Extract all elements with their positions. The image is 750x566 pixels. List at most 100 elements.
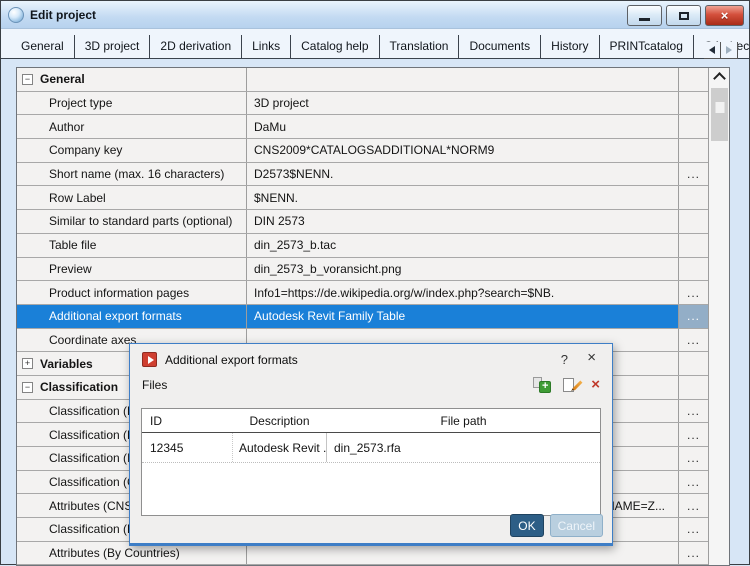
group-row[interactable]: −General [17,68,708,92]
add-file-button[interactable]: + [533,377,551,393]
export-icon [142,352,157,367]
property-row[interactable]: Author DaMu [17,115,708,139]
caption-buttons: × [627,5,744,26]
property-value [247,68,679,91]
property-label-cell: Project type [17,92,247,115]
tab-scroll-right-button[interactable] [721,42,738,59]
property-row[interactable]: Row Label$NENN. [17,186,708,210]
row-more-cell [679,68,708,91]
help-button[interactable]: ? [561,352,568,367]
property-value: Autodesk Revit Family Table [247,305,679,328]
expand-toggle-icon[interactable]: + [22,358,33,369]
row-more-cell: ... [679,494,708,517]
tab-scroll-left-button[interactable] [704,42,721,59]
row-more-cell: ... [679,518,708,541]
property-row[interactable]: Table filedin_2573_b.tac [17,234,708,258]
dialog-close-button[interactable]: × [587,350,596,365]
scrollbar-up-button[interactable] [709,68,729,86]
collapse-toggle-icon[interactable]: − [22,74,33,85]
row-more-cell: ... [679,305,708,328]
ellipsis-button[interactable]: ... [687,524,700,534]
edit-project-window: Edit project × General3D project2D deriv… [0,0,750,565]
property-label-cell: Similar to standard parts (optional) [17,210,247,233]
property-label: Similar to standard parts (optional) [49,214,232,228]
column-header-file-path: File path [327,414,600,428]
row-more-cell [679,115,708,138]
tab-general[interactable]: General [11,35,75,58]
files-row: Files + × [130,371,612,393]
property-row[interactable]: Project type3D project [17,92,708,116]
vertical-scrollbar[interactable] [708,68,729,565]
ellipsis-button[interactable]: ... [687,477,700,487]
property-row[interactable]: Company keyCNS2009*CATALOGSADDITIONAL*NO… [17,139,708,163]
ellipsis-button[interactable]: ... [687,335,700,345]
property-value: DIN 2573 [247,210,679,233]
file-toolbar: + × [533,377,600,393]
ok-button[interactable]: OK [510,514,543,537]
ellipsis-button[interactable]: ... [687,311,700,321]
close-icon: × [721,9,729,22]
property-label: Classification (B [49,404,135,418]
property-value: DaMu [247,115,679,138]
tab-links[interactable]: Links [242,35,291,58]
row-more-cell: ... [679,400,708,423]
ellipsis-button[interactable]: ... [687,406,700,416]
tab-history[interactable]: History [541,35,599,58]
delete-file-button[interactable]: × [591,378,600,392]
row-more-cell [679,352,708,375]
collapse-toggle-icon[interactable]: − [22,382,33,393]
property-label-cell: Product information pages [17,281,247,304]
group-label: Variables [40,357,93,371]
ellipsis-button[interactable]: ... [687,288,700,298]
property-label: Company key [49,143,122,157]
dialog-buttons: OK Cancel [510,514,603,537]
property-label: Classification (B [49,428,135,442]
chevron-up-icon [713,72,726,85]
close-button[interactable]: × [705,5,744,26]
property-value: D2573$NENN. [247,163,679,186]
tab-3d-project[interactable]: 3D project [75,35,151,58]
ellipsis-button[interactable]: ... [687,501,700,511]
row-more-cell [679,139,708,162]
app-icon [8,7,24,23]
ellipsis-button[interactable]: ... [687,430,700,440]
files-label: Files [142,378,167,392]
ellipsis-button[interactable]: ... [687,453,700,463]
group-label: General [40,72,85,86]
tab-translation[interactable]: Translation [380,35,460,58]
file-row[interactable]: 12345Autodesk Revit ...din_2573.rfa [142,433,600,463]
property-row[interactable]: Previewdin_2573_b_voransicht.png [17,258,708,282]
property-row[interactable]: Similar to standard parts (optional) DIN … [17,210,708,234]
arrow-left-icon [709,46,715,54]
scrollbar-thumb[interactable] [711,88,728,141]
ellipsis-button[interactable]: ... [687,548,700,558]
property-row[interactable]: Short name (max. 16 characters)D2573$NEN… [17,163,708,187]
row-more-cell: ... [679,423,708,446]
tab-catalog-help[interactable]: Catalog help [291,35,379,58]
cancel-button[interactable]: Cancel [550,514,603,537]
tab-2d-derivation[interactable]: 2D derivation [150,35,242,58]
property-value: Info1=https://de.wikipedia.org/w/index.p… [247,281,679,304]
property-label: Project type [49,96,112,110]
tab-printcatalog[interactable]: PRINTcatalog [600,35,694,58]
maximize-button[interactable] [666,5,701,26]
property-label: Author [49,120,84,134]
property-row[interactable]: Additional export formatsAutodesk Revit … [17,305,708,329]
window-title: Edit project [30,8,96,22]
property-label: Attributes (By Countries) [49,546,180,560]
property-label-cell: Preview [17,258,247,281]
edit-file-button[interactable] [563,377,579,393]
property-label: Coordinate axes [49,333,136,347]
property-label: Classification (B [49,522,135,536]
additional-export-formats-dialog: Additional export formats ? × Files + × … [129,343,613,546]
tab-documents[interactable]: Documents [459,35,541,58]
minimize-button[interactable] [627,5,662,26]
property-label: Product information pages [49,286,189,300]
property-row[interactable]: Product information pages Info1=https://d… [17,281,708,305]
property-label: Classification (IC [49,451,139,465]
property-label: Classification (C [49,475,136,489]
property-label: Attributes (CNS) [49,499,136,513]
row-more-cell [679,258,708,281]
file-cell: Autodesk Revit ... [232,433,327,462]
ellipsis-button[interactable]: ... [687,169,700,179]
